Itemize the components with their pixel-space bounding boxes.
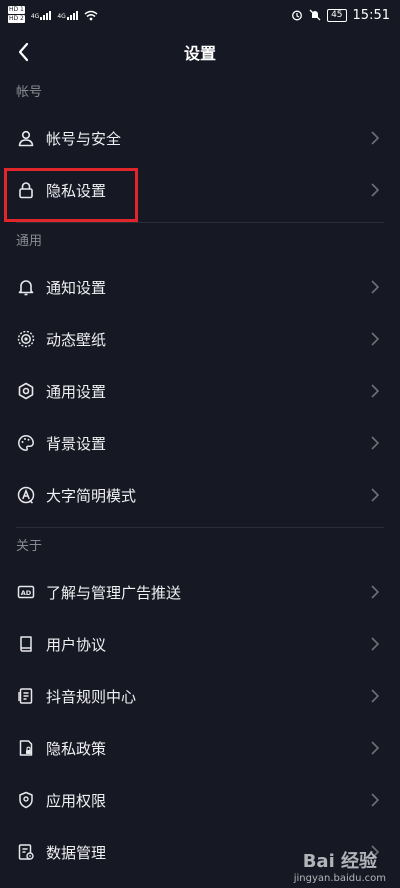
menu-item-label: 了解与管理广告推送	[46, 583, 182, 602]
watermark-url: jingyan.baidu.com	[293, 873, 386, 884]
chevron-right-icon	[371, 131, 380, 145]
battery-level: 45	[327, 8, 347, 22]
live-wallpaper-icon	[16, 329, 36, 349]
menu-item-background-settings[interactable]: 背景设置	[0, 417, 400, 469]
menu-item-ad-management[interactable]: AD 了解与管理广告推送	[0, 566, 400, 618]
page-title: 设置	[183, 44, 216, 63]
document-list-icon	[16, 686, 36, 706]
menu-item-app-permissions[interactable]: 应用权限	[0, 774, 400, 826]
book-icon	[16, 634, 36, 654]
back-arrow-icon[interactable]	[12, 38, 40, 66]
menu-item-label: 通用设置	[46, 382, 107, 401]
chevron-right-icon	[371, 637, 380, 651]
lock-icon	[16, 180, 36, 200]
menu-item-label: 大字简明模式	[46, 486, 137, 505]
chevron-right-icon	[371, 332, 380, 346]
network-label-1: 4G	[30, 12, 40, 20]
status-bar-left: HD 1 HD 2 4G 4G	[8, 6, 98, 24]
chevron-right-icon	[371, 183, 380, 197]
svg-text:AD: AD	[21, 589, 32, 597]
data-manage-icon	[16, 842, 36, 862]
menu-item-large-font-mode[interactable]: 大字简明模式	[0, 469, 400, 521]
status-bar: HD 1 HD 2 4G 4G 45 15:51	[0, 0, 400, 30]
network-label-2: 4G	[57, 12, 66, 20]
menu-item-label: 应用权限	[46, 791, 107, 810]
user-icon	[16, 128, 36, 148]
signal-bars-2-icon	[66, 10, 78, 20]
ad-icon: AD	[16, 582, 36, 602]
gear-icon	[16, 381, 36, 401]
menu-item-privacy-policy[interactable]: 隐私政策	[0, 722, 400, 774]
section-label-about: 关于	[16, 539, 43, 554]
menu-item-label: 隐私政策	[46, 739, 107, 758]
clock: 15:51	[352, 7, 390, 23]
menu-item-label: 动态壁纸	[46, 330, 107, 349]
menu-item-notification-settings[interactable]: 通知设置	[0, 261, 400, 313]
menu-item-label: 背景设置	[46, 434, 107, 453]
chevron-right-icon	[371, 488, 380, 502]
chevron-right-icon	[371, 384, 380, 398]
signal-bars-1-icon	[40, 10, 52, 20]
status-bar-right: 45 15:51	[291, 8, 390, 23]
shield-icon	[16, 790, 36, 810]
alarm-icon	[292, 10, 303, 21]
section-label-general: 通用	[16, 234, 43, 249]
baidu-jingyan-watermark: Bai 经验 jingyan.baidu.com	[294, 847, 386, 884]
menu-item-user-agreement[interactable]: 用户协议	[0, 618, 400, 670]
palette-icon	[16, 433, 36, 453]
bell-icon	[16, 277, 36, 297]
signal-1: 4G	[30, 10, 52, 20]
wifi-icon	[84, 10, 98, 20]
large-font-icon	[16, 485, 36, 505]
menu-item-general-settings[interactable]: 通用设置	[0, 365, 400, 417]
chevron-right-icon	[371, 689, 380, 703]
menu-item-label: 用户协议	[46, 635, 107, 654]
mute-bell-icon	[309, 9, 321, 21]
chevron-right-icon	[371, 741, 380, 755]
menu-item-privacy-settings[interactable]: 隐私设置	[0, 164, 400, 216]
hd-badges: HD 1 HD 2	[8, 6, 25, 24]
chevron-right-icon	[371, 436, 380, 450]
top-bar: 设置	[0, 30, 400, 74]
chevron-right-icon	[371, 280, 380, 294]
menu-item-label: 抖音规则中心	[46, 687, 137, 706]
signal-2: 4G	[57, 10, 78, 20]
chevron-right-icon	[371, 793, 380, 807]
menu-item-live-wallpaper[interactable]: 动态壁纸	[0, 313, 400, 365]
menu-item-label: 通知设置	[46, 278, 107, 297]
menu-item-rules-center[interactable]: 抖音规则中心	[0, 670, 400, 722]
menu-item-account-security[interactable]: 帐号与安全	[0, 112, 400, 164]
menu-item-label: 帐号与安全	[46, 129, 122, 148]
section-label-account: 帐号	[16, 85, 43, 100]
watermark-brand: Bai 经验	[302, 851, 378, 872]
chevron-right-icon	[371, 585, 380, 599]
hd-badge-2: HD 2	[8, 15, 25, 23]
hd-badge-1: HD 1	[8, 6, 25, 14]
privacy-doc-icon	[16, 738, 36, 758]
menu-item-label: 隐私设置	[46, 181, 107, 200]
